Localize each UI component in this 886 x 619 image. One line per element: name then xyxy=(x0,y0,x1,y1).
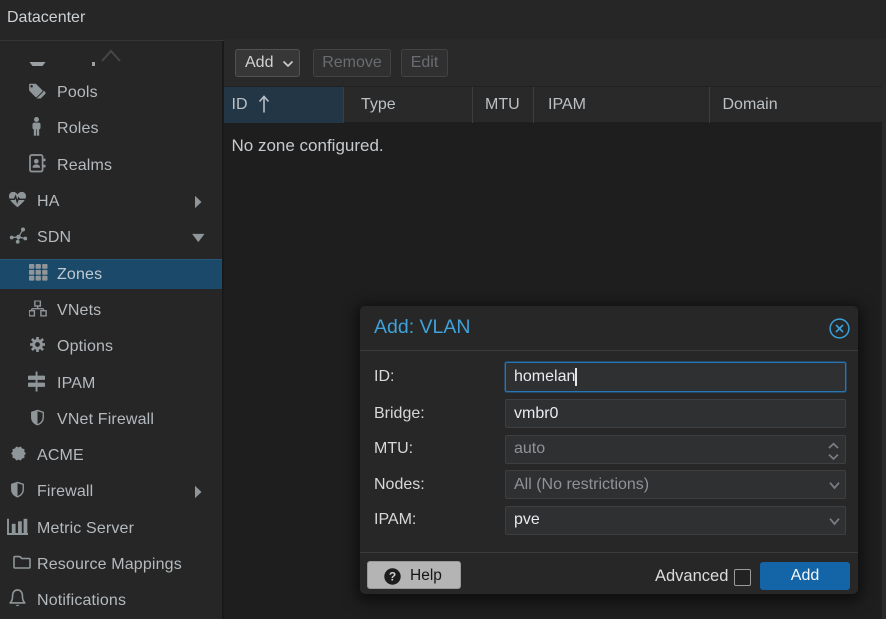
svg-text:?: ? xyxy=(389,569,396,583)
